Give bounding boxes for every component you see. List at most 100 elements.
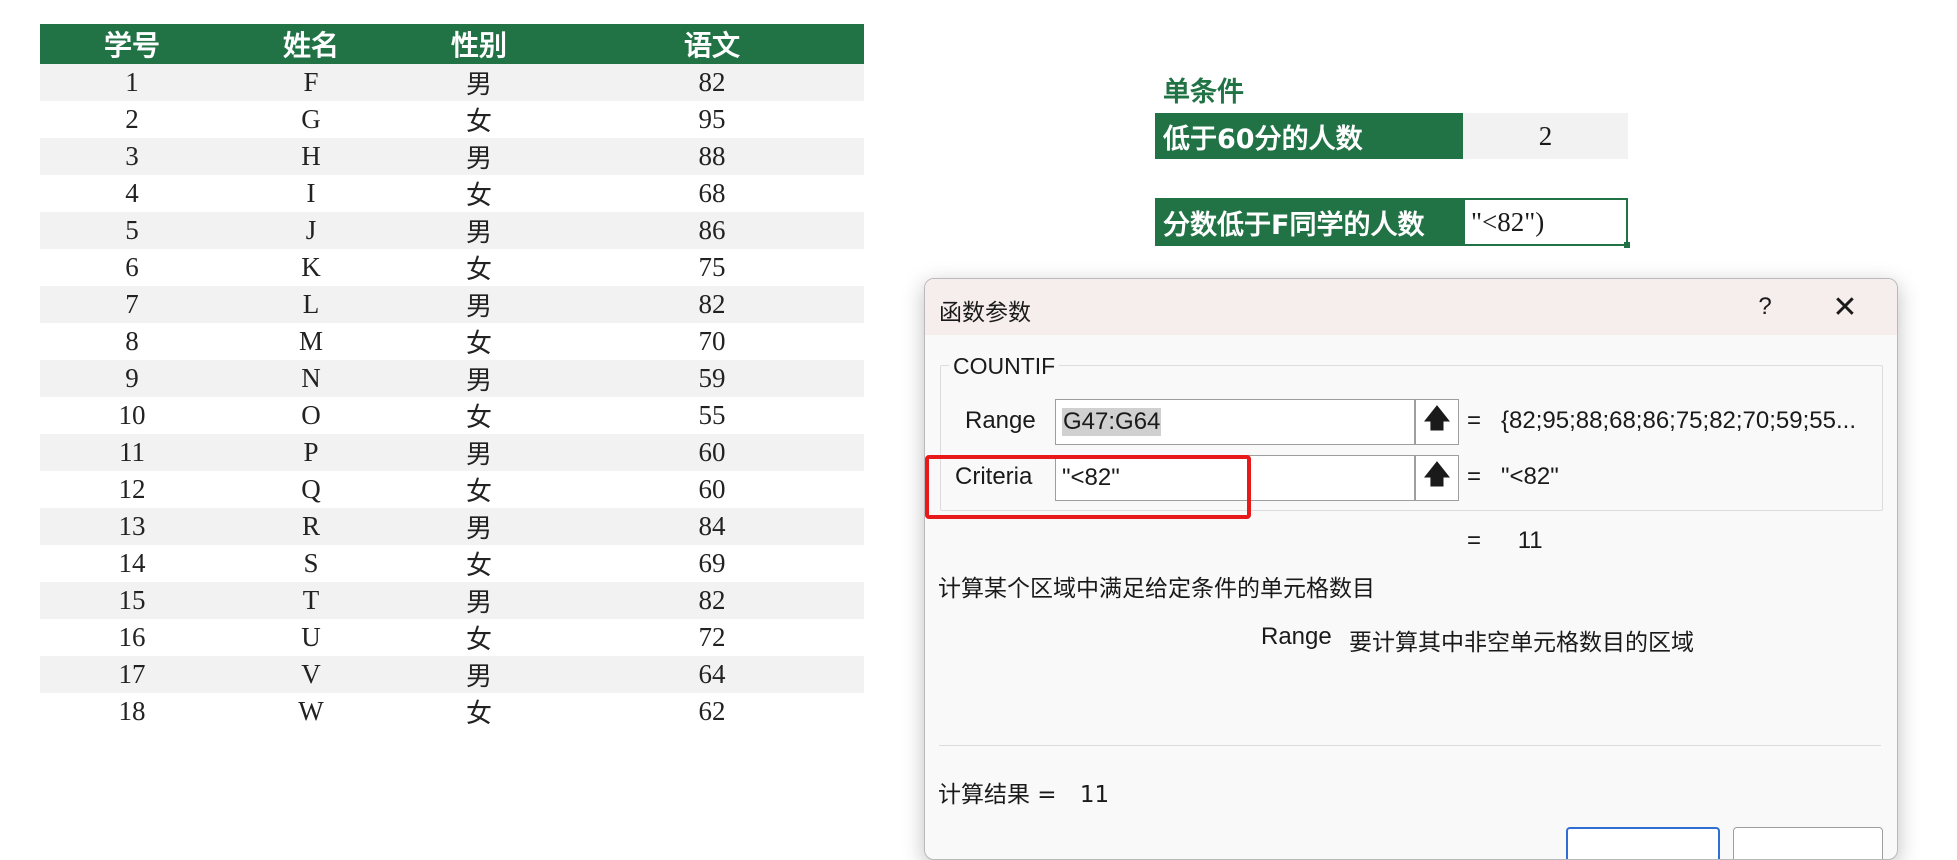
cell-name[interactable]: L (224, 286, 398, 323)
cancel-button[interactable] (1733, 827, 1883, 859)
cell-gender[interactable]: 男 (398, 138, 560, 175)
cell-score[interactable]: 60 (560, 434, 864, 471)
cell-score[interactable]: 88 (560, 138, 864, 175)
cell-gender[interactable]: 男 (398, 434, 560, 471)
cell-gender[interactable]: 女 (398, 249, 560, 286)
cell-gender[interactable]: 女 (398, 545, 560, 582)
cell-score[interactable]: 75 (560, 249, 864, 286)
cell-score[interactable]: 82 (560, 582, 864, 619)
fill-handle[interactable] (1624, 242, 1630, 248)
cell-score[interactable]: 68 (560, 175, 864, 212)
cell-name[interactable]: F (224, 64, 398, 101)
cell-student-id[interactable]: 3 (40, 138, 224, 175)
cell-gender[interactable]: 男 (398, 64, 560, 101)
cell-name[interactable]: R (224, 508, 398, 545)
close-button[interactable]: ✕ (1825, 287, 1865, 327)
cell-name[interactable]: V (224, 656, 398, 693)
function-arguments-dialog: 函数参数 ? ✕ COUNTIF Range G47:G64 🡅 = {82;9… (924, 278, 1898, 860)
cell-name[interactable]: O (224, 397, 398, 434)
cell-gender[interactable]: 女 (398, 101, 560, 138)
cell-score[interactable]: 86 (560, 212, 864, 249)
cell-score[interactable]: 84 (560, 508, 864, 545)
cell-student-id[interactable]: 11 (40, 434, 224, 471)
cell-gender[interactable]: 男 (398, 360, 560, 397)
dialog-divider (939, 745, 1881, 746)
cell-student-id[interactable]: 8 (40, 323, 224, 360)
cell-student-id[interactable]: 15 (40, 582, 224, 619)
cell-gender[interactable]: 男 (398, 582, 560, 619)
header-chinese-score[interactable]: 语文 (560, 24, 864, 64)
cell-score[interactable]: 62 (560, 693, 864, 730)
calc-result-label: 计算结果 = (938, 782, 1057, 808)
criteria-collapse-button[interactable]: 🡅 (1415, 455, 1459, 501)
cell-name[interactable]: M (224, 323, 398, 360)
argument-description-name: Range (1261, 623, 1332, 650)
table-row: 17 V 男 64 (40, 656, 864, 693)
cell-name[interactable]: N (224, 360, 398, 397)
cell-name[interactable]: I (224, 175, 398, 212)
header-gender[interactable]: 性别 (398, 24, 560, 64)
header-student-id[interactable]: 学号 (40, 24, 224, 64)
cell-student-id[interactable]: 2 (40, 101, 224, 138)
ok-button[interactable] (1566, 827, 1720, 859)
cell-gender[interactable]: 男 (398, 212, 560, 249)
dialog-titlebar[interactable]: 函数参数 ? ✕ (925, 279, 1897, 335)
cell-student-id[interactable]: 4 (40, 175, 224, 212)
cell-gender[interactable]: 女 (398, 693, 560, 730)
cell-gender[interactable]: 女 (398, 471, 560, 508)
cell-student-id[interactable]: 10 (40, 397, 224, 434)
cell-gender[interactable]: 女 (398, 397, 560, 434)
cell-student-id[interactable]: 7 (40, 286, 224, 323)
cell-score[interactable]: 70 (560, 323, 864, 360)
range-input[interactable]: G47:G64 (1055, 399, 1415, 445)
cell-score[interactable]: 59 (560, 360, 864, 397)
cell-name[interactable]: T (224, 582, 398, 619)
collapse-arrow-icon: 🡅 (1423, 459, 1451, 489)
cell-gender[interactable]: 女 (398, 323, 560, 360)
cell-name[interactable]: Q (224, 471, 398, 508)
cell-student-id[interactable]: 9 (40, 360, 224, 397)
cell-score[interactable]: 82 (560, 64, 864, 101)
below60-label-cell[interactable]: 低于60分的人数 (1155, 113, 1463, 159)
cell-student-id[interactable]: 16 (40, 619, 224, 656)
help-button[interactable]: ? (1745, 287, 1785, 327)
cell-name[interactable]: K (224, 249, 398, 286)
cell-gender[interactable]: 男 (398, 286, 560, 323)
cell-score[interactable]: 95 (560, 101, 864, 138)
cell-name[interactable]: W (224, 693, 398, 730)
cell-student-id[interactable]: 12 (40, 471, 224, 508)
cell-name[interactable]: U (224, 619, 398, 656)
formula-result-value: 11 (1517, 527, 1543, 554)
table-row: 9 N 男 59 (40, 360, 864, 397)
cell-score[interactable]: 72 (560, 619, 864, 656)
cell-student-id[interactable]: 5 (40, 212, 224, 249)
cell-student-id[interactable]: 18 (40, 693, 224, 730)
cell-student-id[interactable]: 17 (40, 656, 224, 693)
cell-score[interactable]: 64 (560, 656, 864, 693)
cell-score[interactable]: 82 (560, 286, 864, 323)
cell-gender[interactable]: 男 (398, 508, 560, 545)
cell-name[interactable]: S (224, 545, 398, 582)
cell-student-id[interactable]: 1 (40, 64, 224, 101)
cell-name[interactable]: H (224, 138, 398, 175)
cell-score[interactable]: 55 (560, 397, 864, 434)
below60-value-cell[interactable]: 2 (1463, 113, 1628, 159)
table-row: 8 M 女 70 (40, 323, 864, 360)
cell-gender[interactable]: 男 (398, 656, 560, 693)
cell-gender[interactable]: 女 (398, 175, 560, 212)
cell-name[interactable]: G (224, 101, 398, 138)
cell-student-id[interactable]: 14 (40, 545, 224, 582)
cell-score[interactable]: 60 (560, 471, 864, 508)
below-f-label-cell[interactable]: 分数低于F同学的人数 (1155, 198, 1463, 246)
cell-name[interactable]: J (224, 212, 398, 249)
cell-student-id[interactable]: 13 (40, 508, 224, 545)
header-name[interactable]: 姓名 (224, 24, 398, 64)
table-row: 14 S 女 69 (40, 545, 864, 582)
cell-gender[interactable]: 女 (398, 619, 560, 656)
cell-score[interactable]: 69 (560, 545, 864, 582)
cell-name[interactable]: P (224, 434, 398, 471)
cell-student-id[interactable]: 6 (40, 249, 224, 286)
calc-result-line: 计算结果 = 11 (938, 775, 1109, 809)
below-f-formula-cell[interactable]: "<82") (1463, 198, 1630, 248)
range-collapse-button[interactable]: 🡅 (1415, 399, 1459, 445)
